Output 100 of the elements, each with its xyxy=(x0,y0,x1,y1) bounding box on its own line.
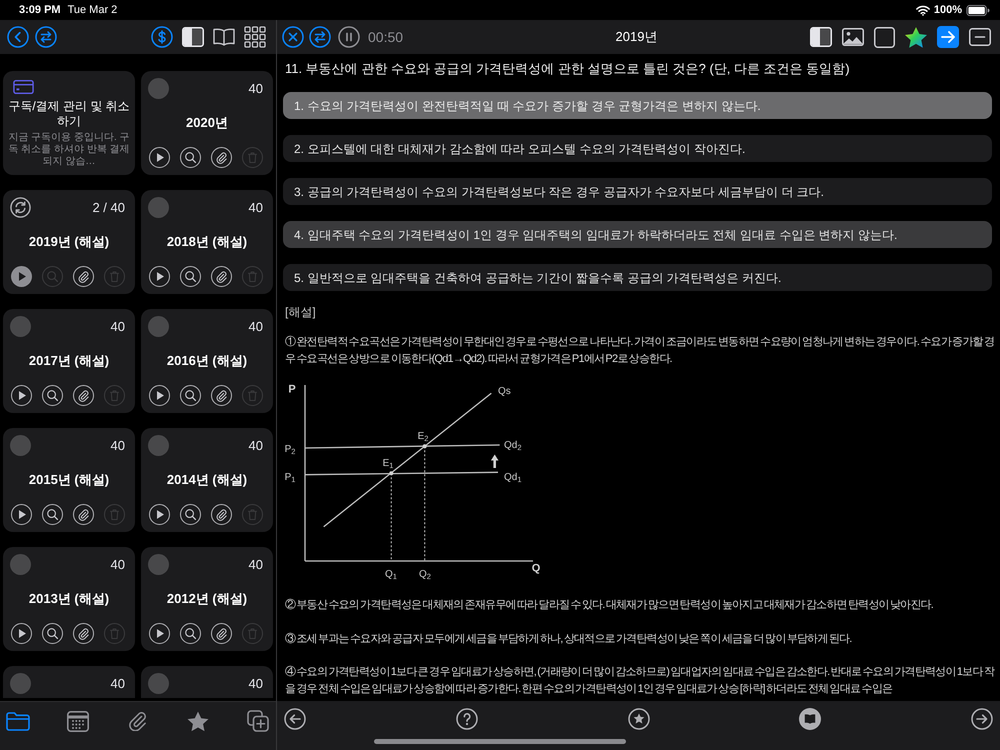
exam-card[interactable]: 40 xyxy=(141,666,273,698)
exam-card[interactable]: 2 / 40 2019년 (해설) xyxy=(3,190,135,294)
exam-card[interactable]: 40 2017년 (해설) xyxy=(3,309,135,413)
swap-button[interactable] xyxy=(35,26,57,48)
attachment-button[interactable] xyxy=(73,623,94,644)
play-button[interactable] xyxy=(149,266,170,287)
exam-card[interactable]: 40 2016년 (해설) xyxy=(141,309,273,413)
add-tab[interactable] xyxy=(246,710,270,732)
arrow-toggle-button[interactable] xyxy=(937,26,959,48)
play-button[interactable] xyxy=(149,385,170,406)
exam-card[interactable]: 40 xyxy=(3,666,135,698)
book-button[interactable] xyxy=(799,708,822,730)
play-icon xyxy=(19,272,26,281)
swap-arrows-icon xyxy=(35,26,57,48)
exam-card[interactable]: 40 2013년 (해설) xyxy=(3,547,135,651)
answer-option[interactable]: 5. 일반적으로 임대주택을 건축하여 공급하는 기간이 짧을수록 공급의 가격탄력성은 커진다. xyxy=(283,264,992,291)
curve-label: Qd$_{2}$ xyxy=(504,441,522,451)
sidebar-icon xyxy=(182,27,204,47)
search-icon xyxy=(47,271,58,282)
grid-icon xyxy=(244,26,266,48)
back-button[interactable] xyxy=(7,26,29,48)
axis-label: P xyxy=(288,384,296,396)
answer-option[interactable]: 3. 공급의 가격탄력성이 수요의 가격탄력성보다 작은 경우 공급자가 수요자보다 세금부담이 더 크다. xyxy=(283,178,992,205)
answer-option[interactable]: 4. 임대주택 수요의 가격탄력성이 1인 경우 임대주택의 임대료가 하락하더라도 전체 임대료 수입은 변하지 않는다. xyxy=(283,221,992,248)
trash-icon xyxy=(248,509,257,520)
star-button[interactable] xyxy=(905,26,927,48)
subscription-card[interactable]: 구독/결제 관리 및 취소 하기 지금 구독이용 중입니다. 구독 취소를 하셔야 반복 결제되지 않습… xyxy=(3,71,135,175)
play-button[interactable] xyxy=(149,504,170,525)
swap-button[interactable] xyxy=(309,26,331,48)
paperclip-icon xyxy=(78,390,89,402)
question-count: 40 xyxy=(248,556,264,574)
exam-card[interactable]: 40 2015년 (해설) xyxy=(3,428,135,532)
attachment-button[interactable] xyxy=(73,504,94,525)
square-button[interactable] xyxy=(874,26,895,48)
shift-up-arrow xyxy=(490,454,498,468)
play-button[interactable] xyxy=(149,623,170,644)
search-button[interactable] xyxy=(180,504,201,525)
search-button[interactable] xyxy=(42,623,63,644)
timer: 00:50 xyxy=(368,28,404,46)
status-time: 3:09 PM xyxy=(19,2,61,18)
purchase-button[interactable] xyxy=(151,26,173,48)
grid-view-button[interactable] xyxy=(244,26,266,48)
image-button[interactable] xyxy=(842,28,864,46)
attachment-button[interactable] xyxy=(211,147,232,168)
play-button[interactable] xyxy=(11,504,32,525)
attachment-button[interactable] xyxy=(211,266,232,287)
next-button[interactable] xyxy=(971,708,993,730)
search-button[interactable] xyxy=(180,623,201,644)
question-count: 2 / 40 xyxy=(92,198,126,217)
play-button[interactable] xyxy=(11,266,32,287)
attachment-button[interactable] xyxy=(73,385,94,406)
close-button[interactable] xyxy=(282,26,304,48)
question-count: 40 xyxy=(110,556,126,574)
question-count: 40 xyxy=(110,674,126,693)
sidebar-icon xyxy=(810,27,832,47)
attachment-button[interactable] xyxy=(211,623,232,644)
play-button[interactable] xyxy=(11,623,32,644)
back-icon xyxy=(7,26,29,48)
favorites-tab[interactable] xyxy=(186,710,210,732)
question-count: 40 xyxy=(248,198,264,217)
book-button[interactable] xyxy=(213,28,235,46)
play-button[interactable] xyxy=(149,147,170,168)
folder-tab[interactable] xyxy=(6,710,30,732)
search-button[interactable] xyxy=(42,504,63,525)
search-icon xyxy=(185,628,196,639)
search-button[interactable] xyxy=(180,266,201,287)
search-button[interactable] xyxy=(42,385,63,406)
book-circle-icon xyxy=(799,708,822,730)
search-button[interactable] xyxy=(180,385,201,406)
help-button[interactable] xyxy=(456,708,478,730)
book-icon xyxy=(213,28,235,46)
minus-box-icon xyxy=(969,28,991,46)
attachment-button[interactable] xyxy=(211,504,232,525)
sidebar-toggle-button[interactable] xyxy=(810,27,832,47)
calendar-tab[interactable] xyxy=(66,710,90,732)
square-icon xyxy=(874,26,895,48)
explanation-text: ④ 수요의 가격탄력성이 1보다 큰 경우 임대료가 상승하면, (거래량이 더 많이 감소하므로) 임대업자의 임대료 수입은 감소한다. 반대로 수요의 가격탄력성이 1보다 작을 경우 전체 수입은 임대료가 상승함에 따라 증가한다. 한편 수요의 가격탄력성이 1인 경우 임대료가 상승 [하락] 하더라도 전체 임대료 수입은 xyxy=(284,664,996,696)
pause-button[interactable] xyxy=(338,26,360,48)
answer-option[interactable]: 2. 오피스텔에 대한 대체재가 감소함에 따라 오피스텔 수요의 가격탄력성이 작아진다. xyxy=(283,135,992,162)
search-button[interactable] xyxy=(180,147,201,168)
trash-icon xyxy=(110,390,119,401)
exam-card[interactable]: 40 2012년 (해설) xyxy=(141,547,273,651)
question-count: 40 xyxy=(248,80,264,98)
add-copy-icon xyxy=(247,710,269,732)
attachment-button[interactable] xyxy=(73,266,94,287)
exam-card[interactable]: 40 2018년 (해설) xyxy=(141,190,273,294)
favorite-button[interactable] xyxy=(628,708,650,730)
answer-option[interactable]: 1. 수요의 가격탄력성이 완전탄력적일 때 수요가 증가할 경우 균형가격은 변하지 않는다. xyxy=(283,92,992,119)
previous-button[interactable] xyxy=(284,708,306,730)
play-button[interactable] xyxy=(11,385,32,406)
question-count: 40 xyxy=(248,436,264,455)
credit-card-icon xyxy=(13,80,34,94)
attachment-button[interactable] xyxy=(211,385,232,406)
exam-card[interactable]: 40 2020년 xyxy=(141,71,273,175)
exam-card[interactable]: 40 2014년 (해설) xyxy=(141,428,273,532)
point-label: E$_{2}$ xyxy=(418,432,428,442)
star-circle-icon xyxy=(628,708,650,730)
play-icon xyxy=(19,391,26,400)
sidebar-toggle-button[interactable] xyxy=(182,27,204,47)
minimize-button[interactable] xyxy=(969,28,991,46)
